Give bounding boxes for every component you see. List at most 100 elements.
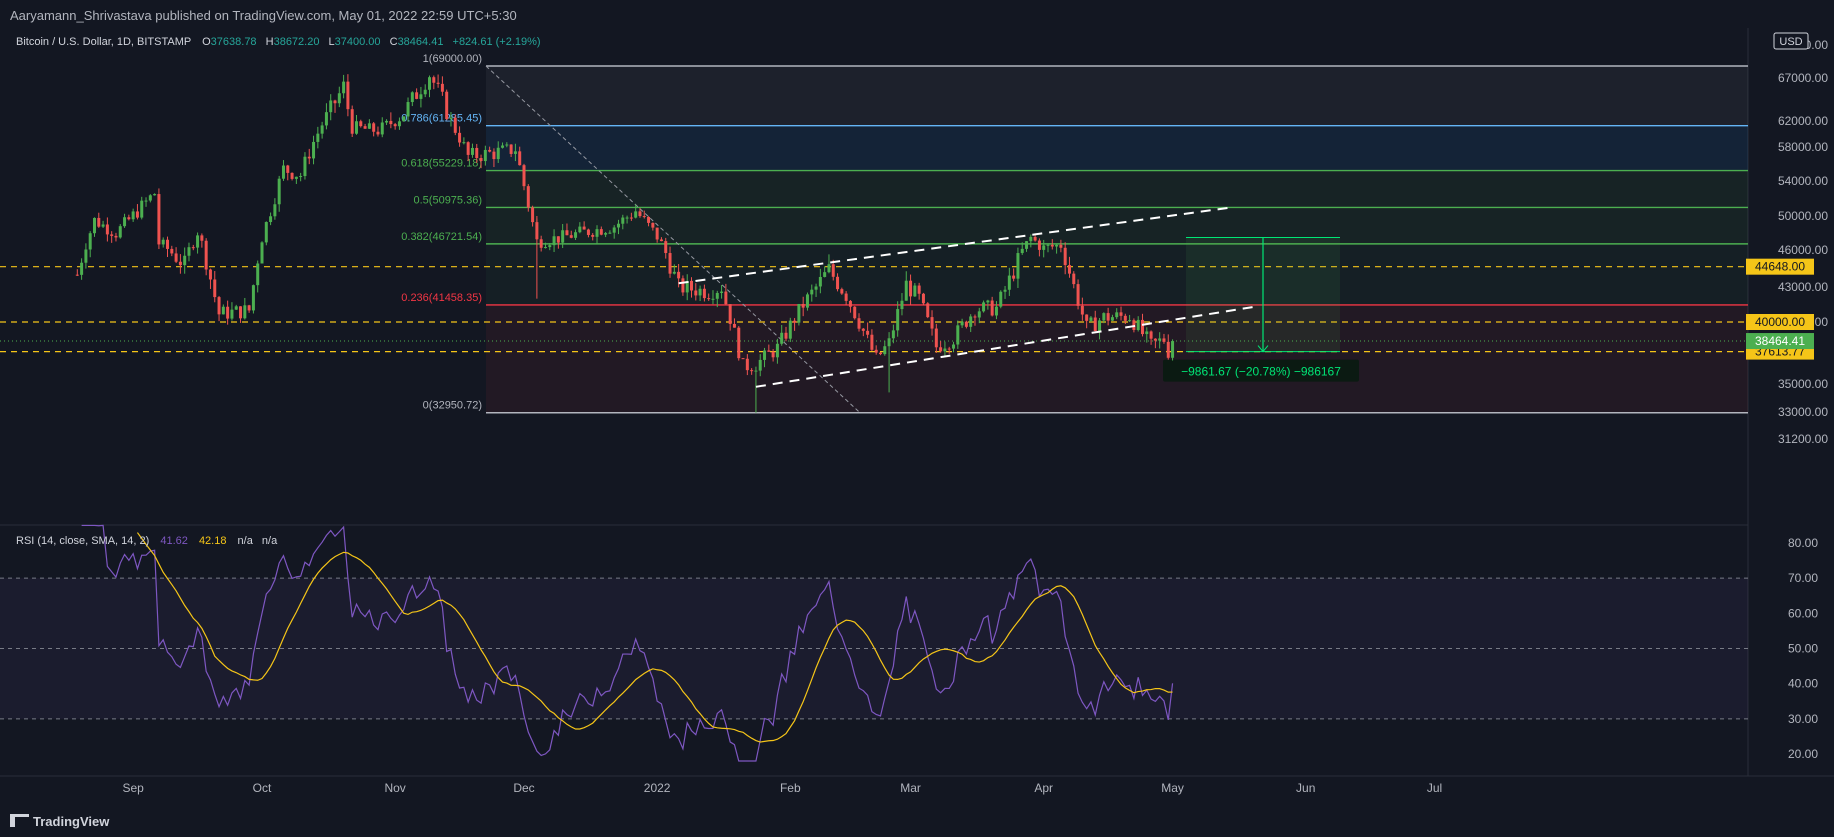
candle-body: [1158, 338, 1162, 341]
candle-body: [973, 316, 977, 318]
level-price-tag: 40000.00: [1755, 315, 1805, 329]
candle-body: [127, 217, 131, 220]
rsi-extra-2: n/a: [262, 535, 278, 547]
candle-body: [312, 141, 316, 159]
fib-level-label: 0(32950.72): [423, 400, 482, 412]
candle-body: [1098, 320, 1102, 332]
time-tick-label: 2022: [644, 781, 671, 795]
candle-body: [788, 320, 792, 339]
candle-body: [1149, 331, 1153, 339]
candle-body: [88, 233, 92, 250]
candle-body: [668, 253, 672, 274]
candle-body: [939, 347, 943, 352]
candle-body: [857, 318, 861, 329]
candle-body: [539, 239, 543, 248]
candle-body: [251, 285, 255, 311]
candle-body: [406, 102, 410, 117]
candle-body: [363, 126, 367, 129]
candle-body: [1012, 275, 1016, 279]
time-tick-label: Feb: [780, 781, 801, 795]
price-tick-label: 46000.00: [1778, 243, 1828, 257]
candle-body: [990, 300, 994, 316]
time-tick-label: Apr: [1034, 781, 1053, 795]
candle-body: [440, 83, 444, 92]
candle-body: [131, 211, 135, 220]
candle-body: [1123, 315, 1127, 321]
candle-body: [342, 81, 346, 94]
candle-body: [977, 311, 981, 318]
candle-body: [110, 234, 114, 236]
candle-body: [1007, 275, 1011, 290]
candle-body: [737, 327, 741, 359]
candle-body: [264, 222, 268, 243]
candle-body: [1046, 244, 1050, 246]
candle-body: [745, 358, 749, 371]
candle-body: [1059, 244, 1063, 248]
candle-body: [642, 216, 646, 218]
candle-body: [612, 227, 616, 233]
close-label: C: [390, 36, 398, 48]
candle-body: [402, 116, 406, 122]
candle-body: [1089, 317, 1093, 321]
candle-body: [956, 325, 960, 345]
price-chart[interactable]: 1(69000.00) 0.786(61285.45) 0.618(55229.18…: [0, 0, 1834, 806]
fib-retracement[interactable]: 1(69000.00) 0.786(61285.45) 0.618(55229.18…: [401, 53, 1748, 414]
candle-body: [213, 279, 217, 298]
candle-body: [247, 305, 251, 311]
rsi-tick-label: 60.00: [1788, 606, 1818, 620]
high-label: H: [266, 36, 274, 48]
candle-body: [1119, 312, 1123, 316]
candle-body: [449, 117, 453, 119]
fib-level-label: 0.618(55229.18): [401, 158, 482, 170]
candle-body: [750, 370, 754, 372]
candle-body: [196, 235, 200, 248]
candle-body: [367, 123, 371, 129]
brand-logo[interactable]: TradingView: [10, 814, 109, 829]
candle-body: [724, 291, 728, 305]
candle-body: [969, 316, 973, 327]
candle-body: [1042, 245, 1046, 250]
rsi-value: 41.62: [160, 535, 188, 547]
candle-body: [711, 298, 715, 300]
candle-body: [470, 147, 474, 155]
fib-level-label: 0.5(50975.36): [414, 194, 483, 206]
rsi-extra-1: n/a: [238, 535, 254, 547]
candle-body: [75, 274, 79, 276]
candle-body: [574, 232, 578, 238]
candle-body: [161, 239, 165, 245]
last-price-tag: 38464.41: [1755, 334, 1805, 348]
time-axis[interactable]: Sep Oct Nov Dec 2022 Feb Mar Apr May Jun Jul: [122, 781, 1442, 795]
price-tick-label: 35000.00: [1778, 377, 1828, 391]
candle-body: [814, 286, 818, 290]
candle-body: [848, 300, 852, 307]
candle-body: [92, 217, 96, 234]
candle-body: [1106, 313, 1110, 321]
candle-body: [638, 211, 642, 217]
candle-body: [483, 149, 487, 162]
low-value: 37400.00: [335, 36, 381, 48]
candle-body: [428, 77, 432, 90]
candle-body: [200, 235, 204, 241]
candle-body: [1033, 236, 1037, 241]
price-range-measure[interactable]: −9861.67 (−20.78%) −986167: [1163, 236, 1359, 382]
candle-body: [501, 145, 505, 148]
candle-body: [496, 147, 500, 160]
candle-body: [625, 217, 629, 219]
fib-level-label: 0.236(41458.35): [401, 292, 482, 304]
candle-body: [608, 232, 612, 234]
candle-body: [823, 272, 827, 277]
candle-body: [599, 229, 603, 235]
candle-body: [994, 306, 998, 316]
candle-body: [763, 350, 767, 360]
candle-body: [836, 276, 840, 290]
candle-body: [531, 207, 535, 223]
candle-body: [140, 200, 144, 218]
candle-body: [999, 291, 1003, 307]
price-tick-label: 33000.00: [1778, 405, 1828, 419]
candle-body: [260, 242, 264, 264]
candle-body: [256, 263, 260, 286]
candle-body: [569, 235, 573, 238]
candle-body: [513, 151, 517, 154]
tv-logo-icon: [10, 814, 29, 827]
candle-body: [694, 290, 698, 296]
